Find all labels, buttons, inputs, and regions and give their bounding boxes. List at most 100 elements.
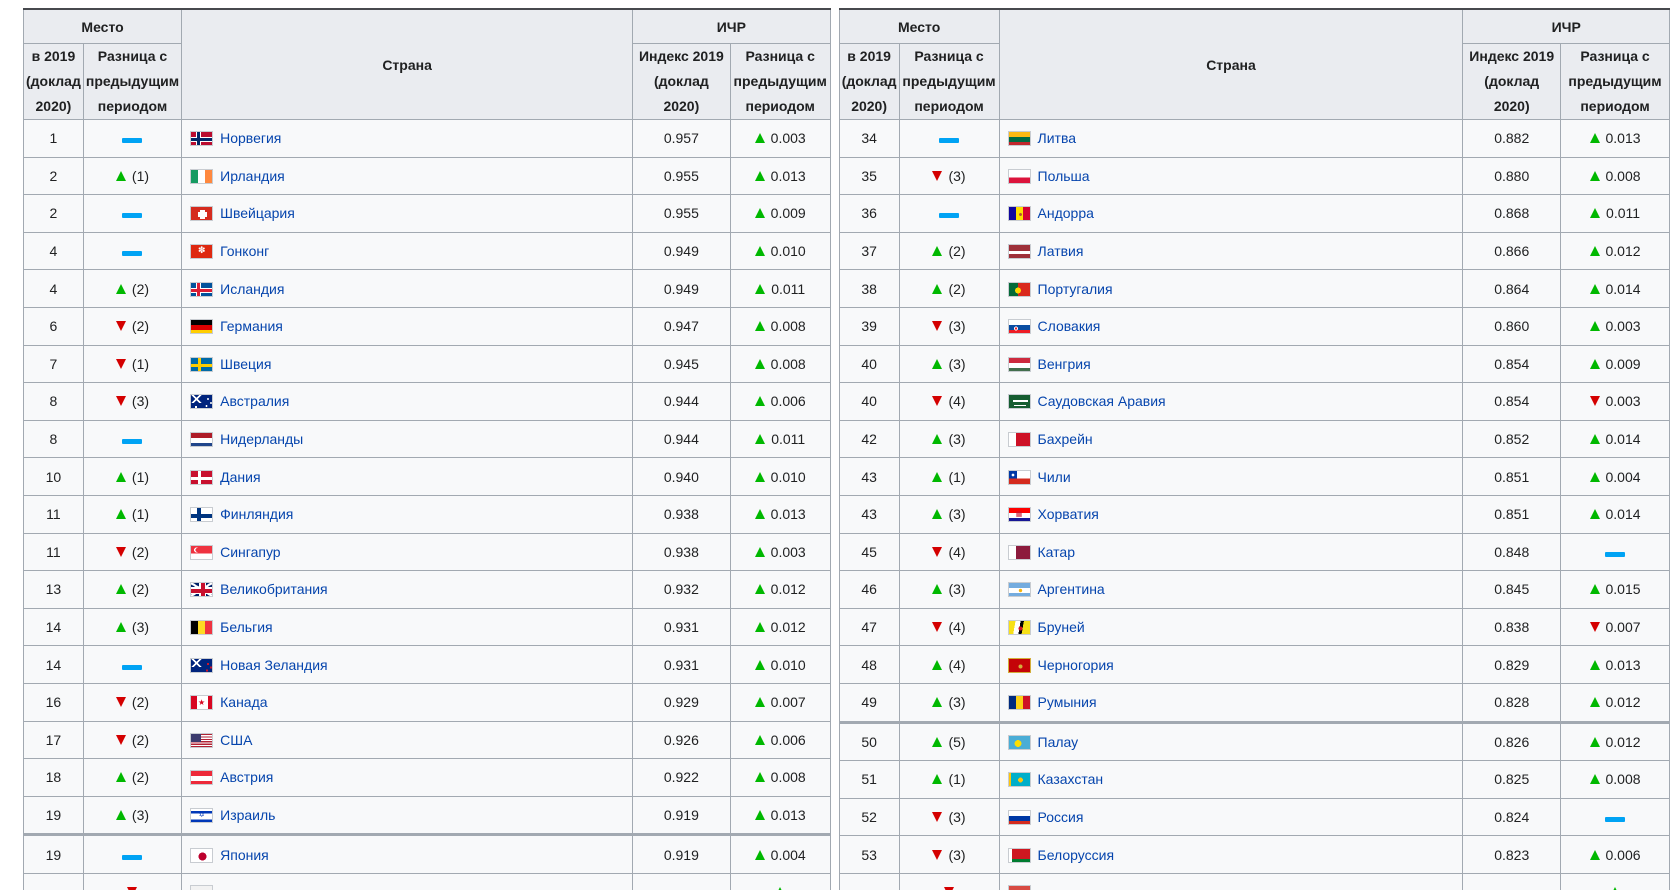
rank-change-cell: (3) xyxy=(899,420,999,458)
index-cell: 0.955 xyxy=(633,195,731,233)
index-cell: 0.866 xyxy=(1463,232,1561,270)
increase-icon xyxy=(116,284,126,294)
country-link[interactable]: Чили xyxy=(1038,469,1071,485)
country-link[interactable]: Хорватия xyxy=(1038,506,1099,522)
increase-icon xyxy=(116,472,126,482)
index-cell xyxy=(1463,873,1561,890)
steady-icon xyxy=(122,138,142,143)
rank-change-value: (3) xyxy=(948,318,965,334)
country-link[interactable]: Черногория xyxy=(1038,657,1114,673)
index-cell: 0.957 xyxy=(633,120,731,158)
country-link[interactable]: Бруней xyxy=(1038,619,1085,635)
index-cell: 0.824 xyxy=(1463,798,1561,836)
rank-change-cell: (3) xyxy=(899,836,999,874)
index-change-cell: 0.006 xyxy=(730,721,830,759)
index-cell: 0.949 xyxy=(633,232,731,270)
table-row: 8(3)Австралия0.9440.006 xyxy=(24,383,831,421)
increase-icon xyxy=(755,622,765,632)
decrease-icon xyxy=(116,396,126,406)
country-link[interactable]: Исландия xyxy=(220,281,284,297)
increase-icon xyxy=(116,509,126,519)
country-cell: Россия xyxy=(999,798,1463,836)
country-cell: Сингапур xyxy=(182,533,633,571)
increase-icon xyxy=(932,472,942,482)
country-cell: Румыния xyxy=(999,683,1463,722)
rank-change-cell: (2) xyxy=(83,571,181,609)
index-cell: 0.929 xyxy=(633,683,731,721)
index-cell: 0.823 xyxy=(1463,836,1561,874)
country-link[interactable]: Швейцария xyxy=(220,205,295,221)
country-link[interactable]: Андорра xyxy=(1038,205,1094,221)
rank-change-cell: (2) xyxy=(83,307,181,345)
steady-icon xyxy=(122,213,142,218)
decrease-icon xyxy=(932,812,942,822)
index-cell: 0.825 xyxy=(1463,761,1561,799)
country-link[interactable]: Сингапур xyxy=(220,544,280,560)
country-link[interactable]: Белоруссия xyxy=(1038,847,1115,863)
increase-icon xyxy=(932,584,942,594)
country-link[interactable]: Россия xyxy=(1038,809,1084,825)
flag-icon xyxy=(190,470,213,485)
index-change-cell: 0.011 xyxy=(730,420,830,458)
flag-icon xyxy=(1008,545,1031,560)
country-link[interactable]: Канада xyxy=(220,694,267,710)
country-link[interactable]: Литва xyxy=(1038,130,1077,146)
index-cell: 0.864 xyxy=(1463,270,1561,308)
country-link[interactable]: Ирландия xyxy=(220,168,285,184)
country-link[interactable]: Бахрейн xyxy=(1038,431,1093,447)
rank-cell: 16 xyxy=(24,683,84,721)
country-link[interactable]: Казахстан xyxy=(1038,771,1104,787)
index-change-value: 0.006 xyxy=(771,393,806,409)
country-link[interactable]: Катар xyxy=(1038,544,1075,560)
country-link[interactable]: Аргентина xyxy=(1038,581,1105,597)
country-link[interactable]: Финляндия xyxy=(220,506,293,522)
rank-change-value: (2) xyxy=(132,769,149,785)
country-cell: ✡Израиль xyxy=(182,796,633,835)
rank-change-cell xyxy=(899,195,999,233)
flag-icon xyxy=(190,770,213,785)
country-link[interactable]: Латвия xyxy=(1038,243,1084,259)
rank-change-cell: (4) xyxy=(899,383,999,421)
country-link[interactable]: Португалия xyxy=(1038,281,1113,297)
increase-icon xyxy=(1590,133,1600,143)
rank-change-value: (1) xyxy=(132,506,149,522)
country-link[interactable]: Венгрия xyxy=(1038,356,1091,372)
country-link[interactable]: Израиль xyxy=(220,807,275,823)
country-link[interactable]: Румыния xyxy=(1038,694,1097,710)
index-change-value: 0.006 xyxy=(1606,847,1641,863)
country-link[interactable]: Саудовская Аравия xyxy=(1038,393,1166,409)
rank-change-value: (3) xyxy=(132,619,149,635)
country-link[interactable]: Бельгия xyxy=(220,619,272,635)
rank-cell: 8 xyxy=(24,383,84,421)
country-link[interactable]: Гонконг xyxy=(220,243,269,259)
country-link[interactable]: Польша xyxy=(1038,168,1090,184)
index-change-cell xyxy=(1561,533,1670,571)
country-link[interactable]: Норвегия xyxy=(220,130,281,146)
country-cell: Андорра xyxy=(999,195,1463,233)
rank-change-value: (3) xyxy=(132,807,149,823)
rank-change-cell: (3) xyxy=(899,683,999,722)
country-link[interactable]: Австрия xyxy=(220,769,273,785)
increase-icon xyxy=(932,509,942,519)
country-link[interactable]: Дания xyxy=(220,469,260,485)
table-row: 34Литва0.8820.013 xyxy=(839,120,1669,158)
country-link[interactable]: Палау xyxy=(1038,734,1079,750)
index-change-value: 0.008 xyxy=(771,318,806,334)
country-link[interactable]: Нидерланды xyxy=(220,431,303,447)
country-link[interactable]: Япония xyxy=(220,847,269,863)
rank-change-value: (3) xyxy=(948,809,965,825)
table-row: 6(2)Германия0.9470.008 xyxy=(24,307,831,345)
country-link[interactable]: Великобритания xyxy=(220,581,328,597)
table-row: 52(3)Россия0.824 xyxy=(839,798,1669,836)
country-link[interactable]: Швеция xyxy=(220,356,271,372)
country-link[interactable]: США xyxy=(220,732,252,748)
index-cell: 0.848 xyxy=(1463,533,1561,571)
table-row: 45(4)Катар0.848 xyxy=(839,533,1669,571)
country-link[interactable]: Новая Зеландия xyxy=(220,657,327,673)
index-change-cell: 0.008 xyxy=(1561,157,1670,195)
increase-icon xyxy=(932,359,942,369)
country-link[interactable]: Австралия xyxy=(220,393,289,409)
country-link[interactable]: Германия xyxy=(220,318,283,334)
flag-emblem-icon: ✽ xyxy=(191,245,212,258)
country-link[interactable]: Словакия xyxy=(1038,318,1101,334)
